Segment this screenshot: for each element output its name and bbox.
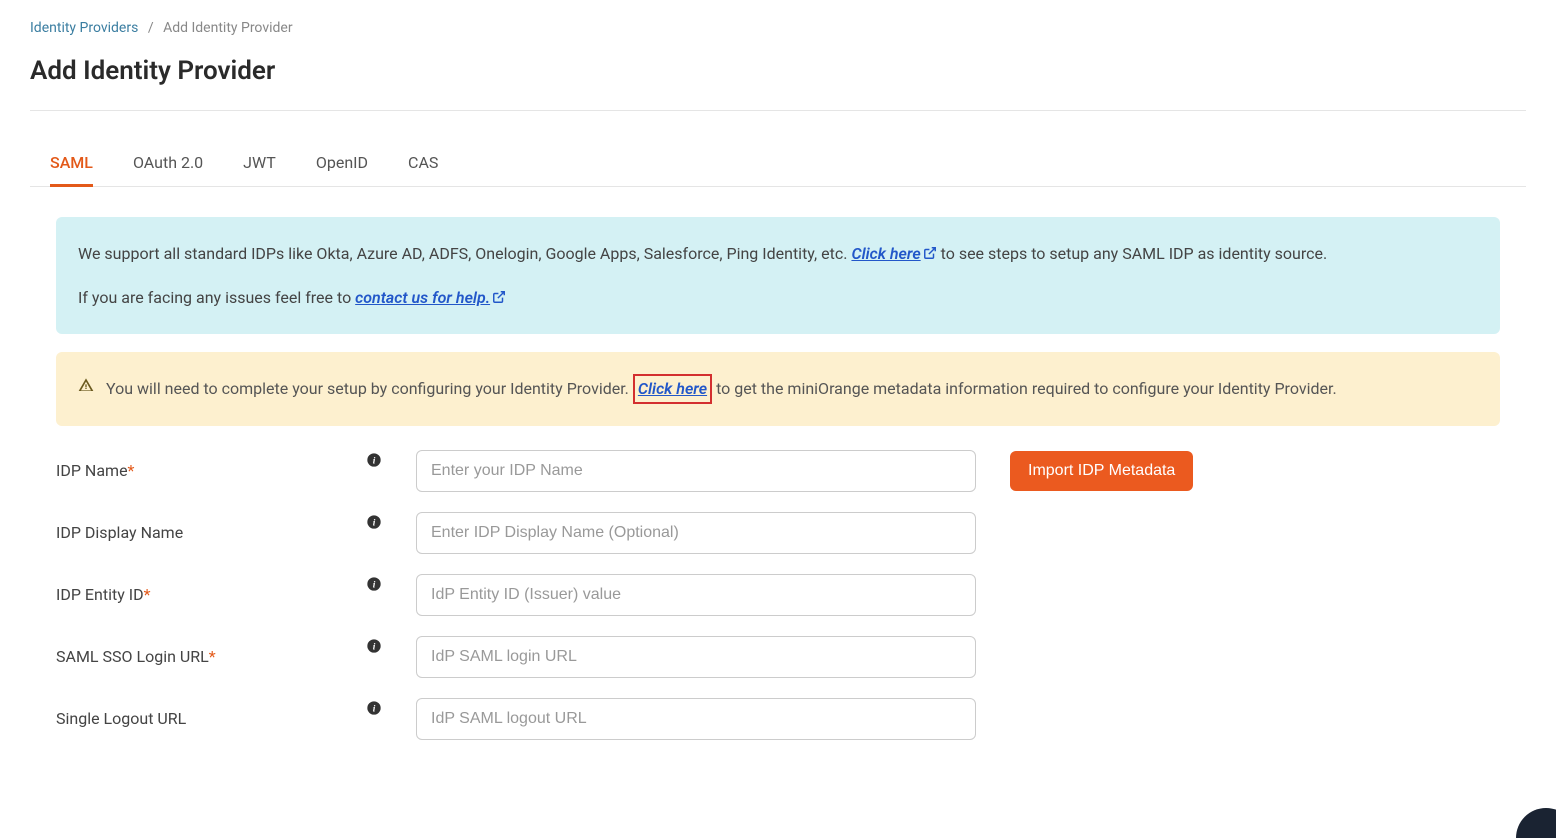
info-text-2: to see steps to setup any SAML IDP as id… bbox=[937, 244, 1328, 263]
warn-link-click-here[interactable]: Click here bbox=[638, 379, 707, 398]
external-link-icon bbox=[923, 246, 937, 260]
input-idp-entity-id[interactable] bbox=[416, 574, 976, 616]
tab-oauth[interactable]: OAuth 2.0 bbox=[133, 141, 203, 187]
form-row-idp-display-name: IDP Display Name i bbox=[56, 512, 1500, 554]
label-idp-display-name: IDP Display Name bbox=[56, 523, 356, 542]
breadcrumb-current: Add Identity Provider bbox=[163, 20, 293, 36]
input-idp-name[interactable] bbox=[416, 450, 976, 492]
svg-text:i: i bbox=[373, 518, 376, 528]
form-row-idp-name: IDP Name* i Import IDP Metadata bbox=[56, 450, 1500, 492]
breadcrumb-parent-link[interactable]: Identity Providers bbox=[30, 20, 138, 36]
svg-text:i: i bbox=[373, 580, 376, 590]
info-text-3: If you are facing any issues feel free t… bbox=[78, 288, 355, 307]
form-row-idp-entity-id: IDP Entity ID* i bbox=[56, 574, 1500, 616]
info-icon[interactable]: i bbox=[366, 514, 382, 530]
input-single-logout-url[interactable] bbox=[416, 698, 976, 740]
svg-text:i: i bbox=[373, 642, 376, 652]
label-single-logout-url: Single Logout URL bbox=[56, 709, 356, 728]
info-icon[interactable]: i bbox=[366, 452, 382, 468]
tab-jwt[interactable]: JWT bbox=[243, 141, 276, 187]
info-link-click-here[interactable]: Click here bbox=[851, 244, 936, 263]
highlight-box: Click here bbox=[633, 374, 712, 404]
floating-help-button[interactable] bbox=[1516, 808, 1556, 838]
form-row-saml-sso-login-url: SAML SSO Login URL* i bbox=[56, 636, 1500, 678]
warn-text-1: You will need to complete your setup by … bbox=[106, 379, 633, 398]
tab-saml[interactable]: SAML bbox=[50, 141, 93, 187]
page-title: Add Identity Provider bbox=[30, 56, 1526, 86]
breadcrumb-separator: / bbox=[148, 20, 154, 36]
info-link-contact[interactable]: contact us for help. bbox=[355, 288, 506, 307]
tabs-container: SAML OAuth 2.0 JWT OpenID CAS bbox=[30, 141, 1526, 187]
info-icon[interactable]: i bbox=[366, 638, 382, 654]
required-asterisk: * bbox=[209, 647, 216, 666]
svg-text:i: i bbox=[373, 456, 376, 466]
required-asterisk: * bbox=[128, 461, 135, 480]
label-saml-sso-login-url: SAML SSO Login URL* bbox=[56, 647, 356, 666]
breadcrumb: Identity Providers / Add Identity Provid… bbox=[30, 20, 1526, 36]
form-row-single-logout-url: Single Logout URL i bbox=[56, 698, 1500, 740]
tab-openid[interactable]: OpenID bbox=[316, 141, 368, 187]
external-link-icon bbox=[492, 290, 506, 304]
svg-text:i: i bbox=[373, 704, 376, 714]
divider bbox=[30, 110, 1526, 111]
info-icon[interactable]: i bbox=[366, 700, 382, 716]
tab-cas[interactable]: CAS bbox=[408, 141, 438, 187]
label-idp-name: IDP Name* bbox=[56, 461, 356, 480]
label-idp-entity-id: IDP Entity ID* bbox=[56, 585, 356, 604]
warning-box: You will need to complete your setup by … bbox=[56, 352, 1500, 426]
required-asterisk: * bbox=[144, 585, 151, 604]
info-box: We support all standard IDPs like Okta, … bbox=[56, 217, 1500, 334]
input-idp-display-name[interactable] bbox=[416, 512, 976, 554]
info-icon[interactable]: i bbox=[366, 576, 382, 592]
input-saml-sso-login-url[interactable] bbox=[416, 636, 976, 678]
warn-text-2: to get the miniOrange metadata informati… bbox=[712, 379, 1337, 398]
warning-icon bbox=[78, 377, 94, 393]
info-text-1: We support all standard IDPs like Okta, … bbox=[78, 244, 851, 263]
import-idp-metadata-button[interactable]: Import IDP Metadata bbox=[1010, 451, 1193, 491]
